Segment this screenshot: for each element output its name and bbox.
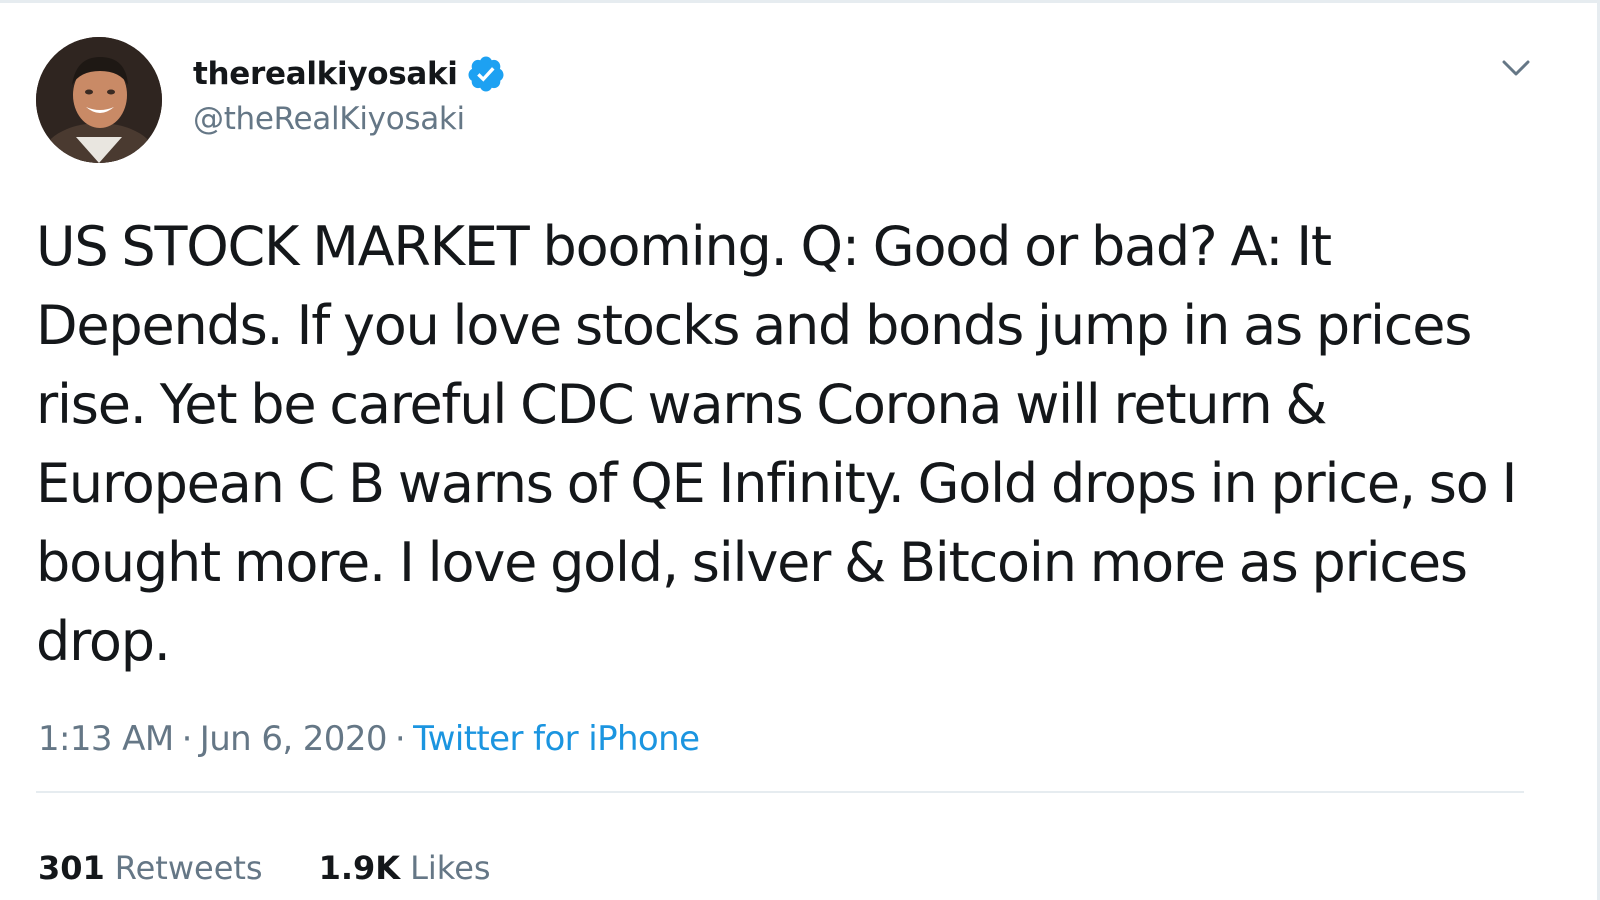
retweets-count: 301 [38,849,105,887]
meta-separator: · [394,719,406,759]
likes-stat[interactable]: 1.9K Likes [319,849,491,887]
avatar[interactable] [36,37,162,163]
handle[interactable]: @theRealKiyosaki [193,101,506,137]
tweet-card: therealkiyosaki @theRealKiyosaki US STOC… [0,0,1600,900]
likes-label: Likes [410,849,491,887]
tweet-time[interactable]: 1:13 AM [38,719,174,759]
display-name-row: therealkiyosaki [193,51,506,97]
retweets-label: Retweets [114,849,263,887]
meta-separator: · [181,719,193,759]
chevron-down-icon[interactable] [1499,53,1533,83]
author-block: therealkiyosaki @theRealKiyosaki [193,51,506,137]
tweet-stats: 301 Retweets 1.9K Likes [38,849,547,887]
display-name[interactable]: therealkiyosaki [193,56,458,92]
likes-count: 1.9K [318,849,401,887]
tweet-text: US STOCK MARKET booming. Q: Good or bad?… [36,215,1517,673]
tweet-meta: 1:13 AM · Jun 6, 2020 · Twitter for iPhone [38,719,700,759]
verified-badge-icon [468,56,504,92]
tweet-source-link[interactable]: Twitter for iPhone [413,719,700,759]
tweet-date[interactable]: Jun 6, 2020 [200,719,388,759]
avatar-portrait [36,37,162,163]
divider [36,791,1524,793]
retweets-stat[interactable]: 301 Retweets [38,849,263,887]
